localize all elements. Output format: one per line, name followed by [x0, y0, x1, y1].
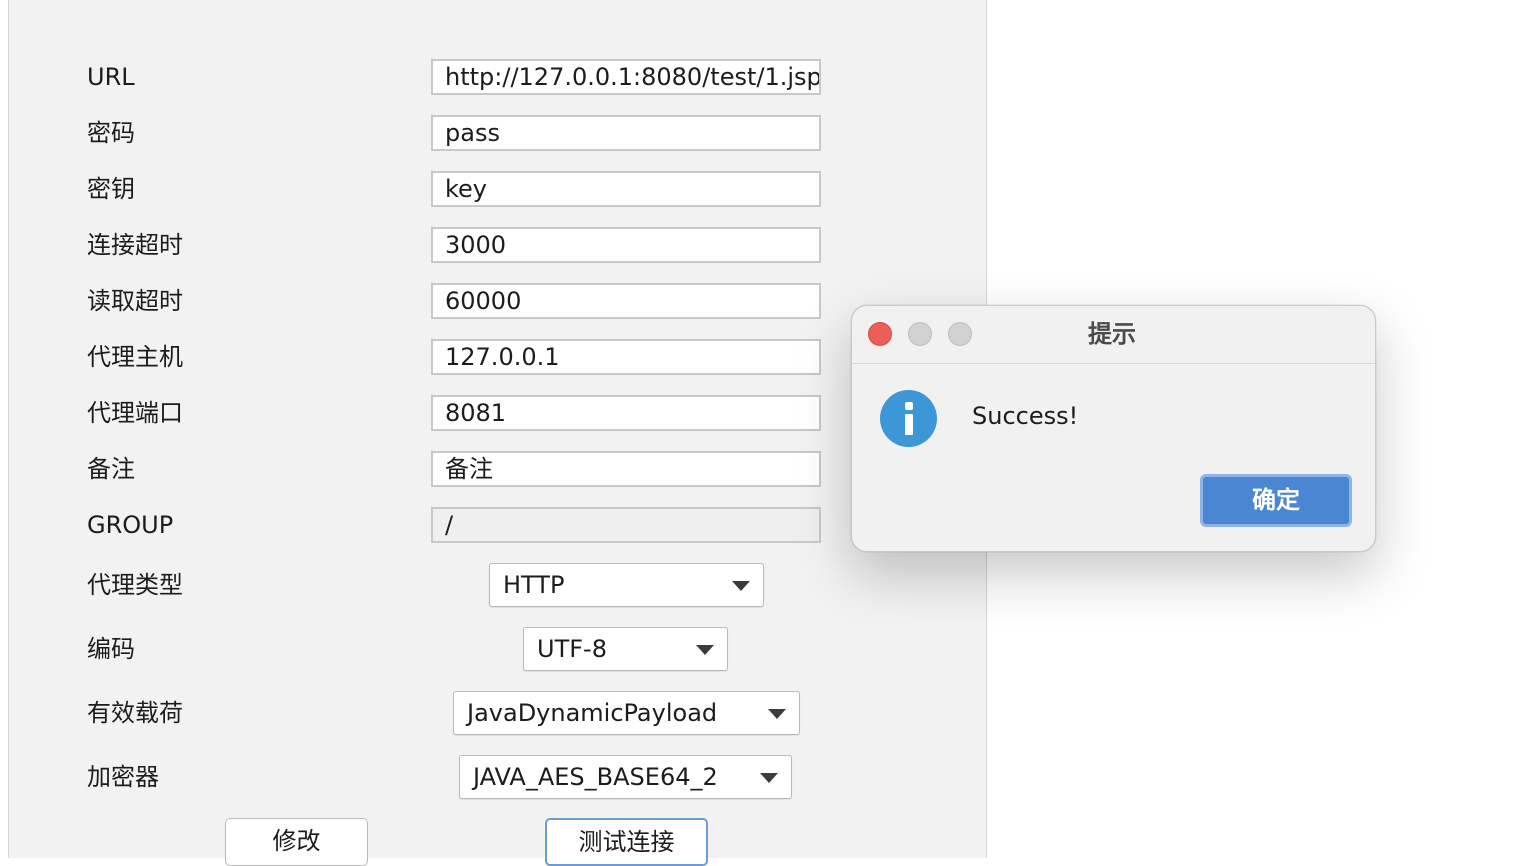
cryption-select[interactable]: JAVA_AES_BASE64_2 [459, 755, 792, 799]
cryption-label: 加密器 [87, 763, 159, 791]
modify-button[interactable]: 修改 [225, 818, 368, 866]
cryption-value: JAVA_AES_BASE64_2 [473, 763, 718, 791]
info-icon [880, 390, 937, 447]
encoding-select[interactable]: UTF-8 [523, 627, 728, 671]
password-input[interactable]: pass [431, 115, 821, 151]
key-input[interactable]: key [431, 171, 821, 207]
connect-timeout-input[interactable]: 3000 [431, 227, 821, 263]
dialog-titlebar[interactable]: 提示 [852, 306, 1375, 364]
note-input[interactable]: 备注 [431, 451, 821, 487]
chevron-down-icon [768, 709, 786, 719]
encoding-label: 编码 [87, 635, 135, 663]
group-label: GROUP [87, 511, 174, 539]
chevron-down-icon [696, 645, 714, 655]
ok-button[interactable]: 确定 [1200, 474, 1352, 527]
url-input[interactable]: http://127.0.0.1:8080/test/1.jsp [431, 59, 821, 95]
chevron-down-icon [760, 773, 778, 783]
chevron-down-icon [732, 581, 750, 591]
encoding-value: UTF-8 [537, 635, 607, 663]
main-window: URL http://127.0.0.1:8080/test/1.jsp 密码 … [8, 0, 987, 866]
dialog-message: Success! [972, 402, 1079, 430]
payload-select[interactable]: JavaDynamicPayload [453, 691, 800, 735]
key-label: 密钥 [87, 175, 135, 203]
proxy-type-label: 代理类型 [87, 571, 183, 599]
read-timeout-label: 读取超时 [87, 287, 183, 315]
proxy-type-value: HTTP [503, 571, 565, 599]
connect-timeout-label: 连接超时 [87, 231, 183, 259]
test-connection-button[interactable]: 测试连接 [545, 818, 708, 866]
note-label: 备注 [87, 455, 135, 483]
group-input: / [431, 507, 821, 543]
read-timeout-input[interactable]: 60000 [431, 283, 821, 319]
url-label: URL [87, 63, 135, 91]
payload-value: JavaDynamicPayload [467, 699, 718, 727]
proxy-port-input[interactable]: 8081 [431, 395, 821, 431]
alert-dialog: 提示 Success! 确定 [851, 305, 1376, 552]
dialog-title: 提示 [1088, 320, 1136, 348]
proxy-host-label: 代理主机 [87, 343, 183, 371]
password-label: 密码 [87, 119, 135, 147]
payload-label: 有效载荷 [87, 699, 183, 727]
proxy-host-input[interactable]: 127.0.0.1 [431, 339, 821, 375]
proxy-type-select[interactable]: HTTP [489, 563, 764, 607]
proxy-port-label: 代理端口 [87, 399, 183, 427]
